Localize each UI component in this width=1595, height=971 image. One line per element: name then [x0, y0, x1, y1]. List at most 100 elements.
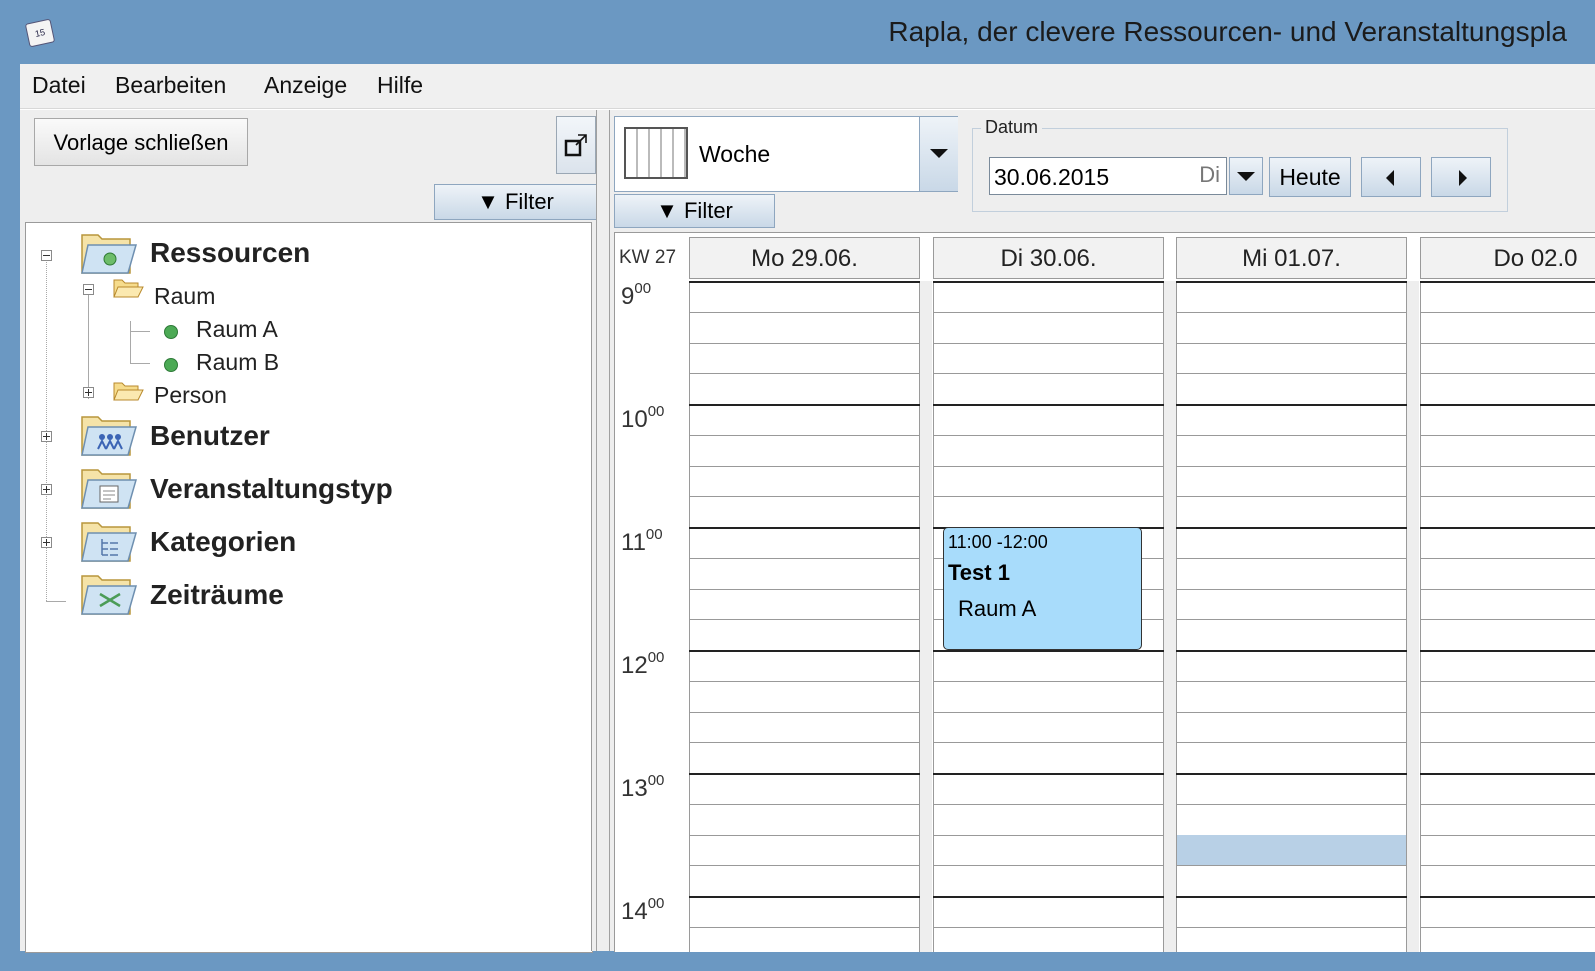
quarter-hour-line: [689, 865, 920, 867]
hour-line: [933, 896, 1164, 898]
quarter-hour-line: [1176, 926, 1407, 928]
event-block[interactable]: 11:00 -12:00 Test 1 Raum A: [943, 527, 1142, 650]
quarter-hour-line: [933, 803, 1164, 805]
quarter-hour-line: [1176, 619, 1407, 621]
hour-label: 1300: [621, 772, 665, 802]
day-header[interactable]: Di 30.06.: [933, 237, 1164, 279]
quarter-hour-line: [689, 342, 920, 344]
tree-node-benutzer[interactable]: Benutzer: [150, 420, 270, 452]
quarter-hour-line: [689, 711, 920, 713]
hour-line: [1176, 650, 1407, 652]
zeitraeume-folder-icon: [81, 575, 137, 615]
hour-line: [1420, 773, 1595, 775]
arrow-left-icon: [1386, 170, 1394, 186]
today-button[interactable]: Heute: [1269, 157, 1351, 197]
day-column[interactable]: [689, 281, 920, 952]
quarter-hour-line: [689, 588, 920, 590]
expander-raum[interactable]: [83, 284, 94, 295]
hour-label: 1000: [621, 403, 665, 433]
previous-week-button[interactable]: [1361, 157, 1421, 197]
quarter-hour-line: [1420, 619, 1595, 621]
resource-panel: Vorlage schließen ▼ Filter Ressourcen Ra…: [20, 110, 606, 953]
day-header[interactable]: Do 02.0: [1420, 237, 1595, 279]
quarter-hour-line: [933, 711, 1164, 713]
day-header[interactable]: Mi 01.07.: [1176, 237, 1407, 279]
time-selection[interactable]: [1177, 834, 1406, 866]
tree-connector: [130, 363, 150, 364]
expander-benutzer[interactable]: [41, 431, 52, 442]
hour-line: [933, 650, 1164, 652]
hour-line: [689, 896, 920, 898]
date-picker-button[interactable]: [1229, 157, 1263, 195]
quarter-hour-line: [933, 742, 1164, 744]
tree-node-zeitraeume[interactable]: Zeiträume: [150, 579, 284, 611]
resource-filter-button[interactable]: ▼ Filter: [434, 184, 597, 220]
window-frame-bottom: [0, 951, 1595, 971]
next-week-button[interactable]: [1431, 157, 1491, 197]
day-header[interactable]: Mo 29.06.: [689, 237, 920, 279]
quarter-hour-line: [1176, 711, 1407, 713]
arrow-right-icon: [1459, 170, 1467, 186]
quarter-hour-line: [689, 834, 920, 836]
close-template-button[interactable]: Vorlage schließen: [34, 118, 248, 166]
quarter-hour-line: [933, 834, 1164, 836]
resource-tree: Ressourcen Raum Raum A Raum B Person Ben…: [25, 222, 593, 953]
date-value: 30.06.2015: [994, 164, 1110, 190]
day-column[interactable]: [1420, 281, 1595, 952]
menu-hilfe[interactable]: Hilfe: [377, 72, 423, 99]
tree-node-veranstaltungstyp[interactable]: Veranstaltungstyp: [150, 473, 393, 505]
ressourcen-folder-icon: [81, 234, 137, 274]
tree-node-raum[interactable]: Raum: [154, 283, 215, 310]
hour-label: 1400: [621, 895, 665, 925]
expander-veranstaltungstyp[interactable]: [41, 484, 52, 495]
tree-node-raum-a[interactable]: Raum A: [196, 316, 278, 343]
hour-line: [1420, 650, 1595, 652]
resource-status-icon: [164, 325, 178, 339]
quarter-hour-line: [1176, 742, 1407, 744]
detach-icon: [564, 134, 587, 157]
tree-node-ressourcen[interactable]: Ressourcen: [150, 237, 310, 269]
quarter-hour-line: [689, 742, 920, 744]
tree-node-raum-b[interactable]: Raum B: [196, 349, 279, 376]
hour-line: [1420, 404, 1595, 406]
view-selector-label: Woche: [699, 141, 771, 167]
expander-person[interactable]: [83, 387, 94, 398]
quarter-hour-line: [933, 496, 1164, 498]
week-number: KW 27: [619, 247, 677, 268]
menu-anzeige[interactable]: Anzeige: [264, 72, 347, 99]
tree-node-kategorien[interactable]: Kategorien: [150, 526, 296, 558]
quarter-hour-line: [1420, 465, 1595, 467]
chevron-down-icon: [1237, 172, 1255, 181]
quarter-hour-line: [933, 311, 1164, 313]
hour-line: [933, 404, 1164, 406]
quarter-hour-line: [1420, 434, 1595, 436]
view-selector-arrow[interactable]: [919, 117, 958, 191]
view-selector[interactable]: Woche: [614, 116, 958, 192]
person-folder-icon: [113, 382, 144, 401]
tree-node-person[interactable]: Person: [154, 382, 227, 409]
menu-datei[interactable]: Datei: [32, 72, 86, 99]
menu-bearbeiten[interactable]: Bearbeiten: [115, 72, 226, 99]
date-field[interactable]: 30.06.2015 Di: [989, 157, 1227, 195]
quarter-hour-line: [933, 926, 1164, 928]
title-bar[interactable]: 15 Rapla, der clevere Ressourcen- und Ve…: [0, 0, 1595, 64]
panel-splitter[interactable]: [596, 110, 610, 951]
quarter-hour-line: [689, 926, 920, 928]
raum-folder-icon: [113, 279, 144, 298]
hour-line: [689, 773, 920, 775]
detach-panel-button[interactable]: [556, 116, 596, 174]
expander-ressourcen[interactable]: [41, 250, 52, 261]
expander-kategorien[interactable]: [41, 537, 52, 548]
quarter-hour-line: [933, 465, 1164, 467]
quarter-hour-line: [1420, 680, 1595, 682]
quarter-hour-line: [1420, 557, 1595, 559]
column-gutter: [1407, 281, 1419, 952]
calendar-app-icon: 15: [24, 18, 56, 48]
resource-status-icon: [164, 358, 178, 372]
calendar-filter-button[interactable]: ▼ Filter: [614, 194, 775, 228]
hour-line: [689, 281, 920, 283]
event-title: Test 1: [948, 560, 1010, 585]
window-frame-left: [0, 64, 20, 971]
calendar-panel: Woche ▼ Filter Datum 30.06.2015 Di Heute: [610, 110, 1595, 952]
hour-line: [689, 404, 920, 406]
